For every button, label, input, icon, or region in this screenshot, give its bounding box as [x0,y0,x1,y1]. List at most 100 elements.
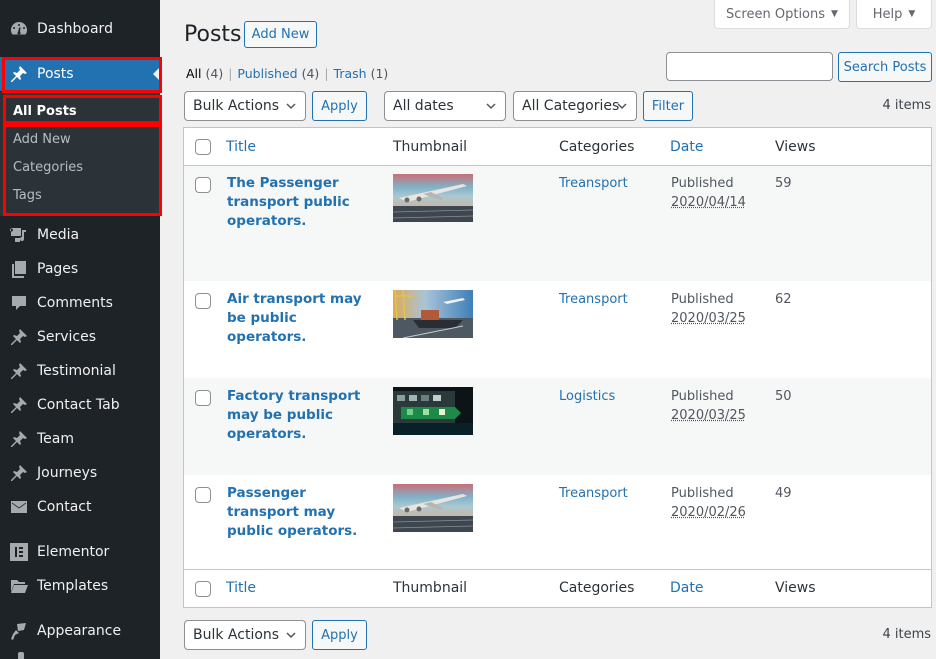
sidebar-item-appearance[interactable]: Appearance [0,614,160,648]
plugins-icon [18,652,24,659]
column-title[interactable]: Title [226,580,256,596]
post-status: Published [671,292,734,307]
row-checkbox[interactable] [195,293,211,309]
container-ship-night-image [393,387,473,435]
column-views: Views [775,580,816,596]
row-checkbox[interactable] [195,177,211,193]
filter-trash-count: (1) [370,66,389,81]
post-date-value: 2020/03/25 [671,311,746,326]
bulk-actions-select[interactable]: Bulk Actions [184,91,306,121]
table-row: Factory transport may be public operator… [184,378,931,475]
table-row: Passenger transport may public operators… [184,475,931,571]
post-date-value: 2020/03/25 [671,408,746,423]
table-header: Title Thumbnail Categories Date Views [184,128,931,166]
filter-trash-label: Trash [333,66,367,81]
select-all-checkbox[interactable] [195,139,211,155]
screen-options-button[interactable]: Screen Options ▼ [714,0,850,29]
caret-down-icon: ▼ [831,9,838,19]
post-date-value: 2020/02/26 [671,505,746,520]
post-category-link[interactable]: Treansport [559,176,628,191]
category-filter-select[interactable]: All Categories [513,91,637,121]
row-checkbox[interactable] [195,487,211,503]
filter-button[interactable]: Filter [643,91,693,121]
apply-button-bottom[interactable]: Apply [312,620,367,650]
caret-down-icon: ▼ [908,9,916,19]
sidebar-item-elementor[interactable]: Elementor [0,535,160,569]
filter-trash[interactable]: Trash (1) [334,66,389,81]
table-footer: Title Thumbnail Categories Date Views [184,569,931,607]
post-category-link[interactable]: Logistics [559,389,615,404]
sidebar-item-pages[interactable]: Pages [0,252,160,286]
pages-icon [0,252,36,286]
submenu-item-add-new[interactable]: Add New [13,132,71,147]
sidebar-item-team[interactable]: Team [0,422,160,456]
post-title-link[interactable]: Air transport may be public operators. [227,290,377,347]
submenu-item-categories[interactable]: Categories [13,160,83,175]
post-views: 49 [775,486,792,501]
date-filter-select[interactable]: All dates [384,91,506,121]
filter-published[interactable]: Published (4) [237,66,319,81]
elementor-icon [0,535,36,569]
sidebar-item-posts[interactable]: Posts [0,57,160,91]
post-title-link[interactable]: Passenger transport may public operators… [227,484,377,541]
comments-icon [0,286,36,320]
sidebar-item-label: Posts [37,66,74,82]
date-filter-value: All dates [393,98,454,114]
sidebar-item-journeys[interactable]: Journeys [0,456,160,490]
column-title[interactable]: Title [226,139,256,155]
help-button[interactable]: Help ▼ [856,0,932,29]
post-title-link[interactable]: Factory transport may be public operator… [227,387,377,444]
chevron-down-icon [286,632,296,639]
chevron-down-icon [486,103,496,110]
add-new-button[interactable]: Add New [244,21,317,48]
pin-icon [0,456,36,490]
post-views: 50 [775,389,792,404]
post-status: Published [671,176,734,191]
pin-icon [0,57,36,91]
sidebar-item-dashboard[interactable]: Dashboard [0,12,160,46]
help-label: Help [872,6,903,22]
sidebar-item-label: Journeys [37,465,98,481]
sidebar-item-label: Team [37,431,75,447]
posts-table: Title Thumbnail Categories Date Views Th… [183,127,932,608]
chevron-down-icon [617,103,627,110]
pin-icon [0,320,36,354]
submenu-item-tags[interactable]: Tags [13,188,42,203]
items-count: 4 items [882,98,931,113]
filter-all[interactable]: All (4) [186,66,223,81]
pin-icon [0,388,36,422]
submenu-item-all-posts[interactable]: All Posts [13,104,77,119]
post-date: Published 2020/04/14 [671,174,746,212]
search-posts-button[interactable]: Search Posts [838,52,932,82]
sidebar-item-label: Testimonial [37,363,116,379]
pin-icon [0,422,36,456]
sidebar-item-media[interactable]: Media [0,218,160,252]
column-categories: Categories [559,580,635,596]
row-checkbox[interactable] [195,390,211,406]
sidebar-item-services[interactable]: Services [0,320,160,354]
column-date[interactable]: Date [670,580,703,596]
sidebar-item-label: Contact [37,499,92,515]
post-status: Published [671,389,734,404]
airplane-takeoff-image [393,174,473,222]
sidebar-item-label: Appearance [37,623,122,639]
post-title-link[interactable]: The Passenger transport public operators… [227,174,377,231]
search-input[interactable] [666,52,833,81]
sidebar-item-contact[interactable]: Contact [0,490,160,524]
post-category-link[interactable]: Treansport [559,486,628,501]
column-date[interactable]: Date [670,139,703,155]
column-thumbnail: Thumbnail [393,580,468,596]
select-all-checkbox[interactable] [195,581,211,597]
apply-button[interactable]: Apply [312,91,367,121]
post-views: 62 [775,292,792,307]
category-filter-value: All Categories [522,98,620,114]
bulk-actions-select-bottom[interactable]: Bulk Actions [184,620,306,650]
filter-published-count: (4) [301,66,320,81]
post-category-link[interactable]: Treansport [559,292,628,307]
sidebar-item-contact-tab[interactable]: Contact Tab [0,388,160,422]
sidebar-item-templates[interactable]: Templates [0,569,160,603]
cargo-ship-plane-image [393,290,473,338]
sidebar-item-comments[interactable]: Comments [0,286,160,320]
sidebar-item-label: Comments [37,295,113,311]
sidebar-item-testimonial[interactable]: Testimonial [0,354,160,388]
